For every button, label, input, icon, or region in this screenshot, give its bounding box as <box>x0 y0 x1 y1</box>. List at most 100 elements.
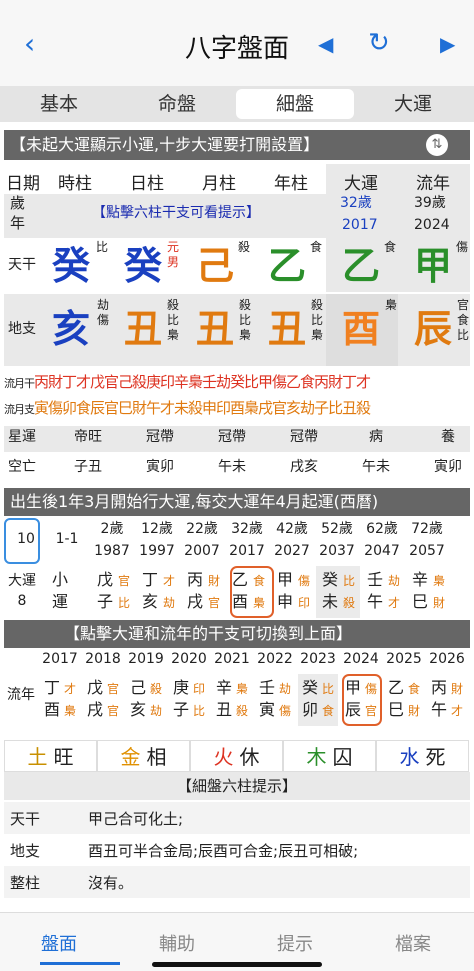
dayun-year: 1987 <box>94 543 130 559</box>
liunian-year[interactable]: 2024 <box>339 652 383 667</box>
dayun-age[interactable]: 12歲 <box>135 522 179 537</box>
dayun-stem[interactable]: 小 <box>49 572 71 588</box>
liunian-stem[interactable]: 乙 <box>386 680 406 696</box>
dayun-branch[interactable]: 未 <box>319 594 341 610</box>
dayun-branch[interactable]: 午 <box>364 594 386 610</box>
element-state: 相 <box>146 745 167 769</box>
dayun-branch[interactable]: 申 <box>274 594 296 610</box>
kongwang-value: 子丑 <box>74 459 102 475</box>
swap-icon[interactable]: ⇅ <box>426 134 448 156</box>
dayun-stem[interactable]: 壬 <box>364 572 386 588</box>
liunian-branch[interactable]: 亥 <box>128 702 148 718</box>
liuyue-gan-row[interactable]: 流月干丙財丁才戊官己殺庚印辛梟壬劫癸比甲傷乙食丙財丁才 <box>4 370 470 396</box>
hour-stem[interactable]: 癸 <box>52 247 90 285</box>
liunian-stem[interactable]: 壬 <box>257 680 277 696</box>
liunian-year[interactable]: 2019 <box>124 652 168 667</box>
tab-mingpan[interactable]: 命盤 <box>118 89 236 119</box>
liunian-branch[interactable]: 辰 <box>414 310 452 348</box>
liunian-year[interactable]: 2026 <box>425 652 469 667</box>
month-stem-tag: 殺 <box>238 240 251 254</box>
dayun-stem[interactable]: 丁 <box>139 572 161 588</box>
liuyue-zhi-row[interactable]: 流月支寅傷卯食辰官巳財午才未殺申印酉梟戌官亥劫子比丑殺 <box>4 396 470 422</box>
liunian-branch[interactable]: 酉 <box>42 702 62 718</box>
dayun-age[interactable]: 1-1 <box>45 532 89 547</box>
liunian-year[interactable]: 2021 <box>210 652 254 667</box>
dayun-stem-tag: 比 <box>342 574 355 588</box>
liunian-stem[interactable]: 庚 <box>171 680 191 696</box>
liunian-stem[interactable]: 己 <box>128 680 148 696</box>
dayun-age[interactable]: 10 <box>4 532 48 547</box>
dayun-branch[interactable]: 戌 <box>184 594 206 610</box>
liunian-branch[interactable]: 戌 <box>85 702 105 718</box>
kongwang-value: 戌亥 <box>290 459 318 475</box>
hour-branch[interactable]: 亥 <box>52 310 90 348</box>
dayun-branch[interactable]: 運 <box>49 594 71 610</box>
dayun-age[interactable]: 42歲 <box>270 522 314 537</box>
liunian-branch[interactable]: 卯 <box>300 702 320 718</box>
liunian-stem[interactable]: 甲 <box>343 680 363 696</box>
tab-xipan[interactable]: 細盤 <box>236 89 354 119</box>
tab-dayun[interactable]: 大運 <box>354 89 472 119</box>
dayun-age[interactable]: 32歲 <box>225 522 269 537</box>
bottom-tab-pan[interactable]: 盤面 <box>0 930 118 956</box>
dayun-stem[interactable]: 甲 <box>274 572 296 588</box>
prev-triangle-icon[interactable]: ◀ <box>318 34 333 54</box>
dayun-stem[interactable]: 乙 <box>229 572 251 588</box>
liunian-branch[interactable]: 子 <box>171 702 191 718</box>
liunian-stem[interactable]: 癸 <box>300 680 320 696</box>
dayun-stem[interactable]: 戊 <box>94 572 116 588</box>
liunian-stem[interactable]: 丁 <box>42 680 62 696</box>
dayun-age[interactable]: 2歲 <box>90 522 134 537</box>
dayun-branch[interactable]: 酉 <box>229 594 251 610</box>
bottom-tab-tips[interactable]: 提示 <box>236 930 354 956</box>
liunian-branch[interactable]: 辰 <box>343 702 363 718</box>
month-branch[interactable]: 丑 <box>196 310 234 348</box>
next-triangle-icon[interactable]: ▶ <box>440 34 455 54</box>
dayun-age[interactable]: 52歲 <box>315 522 359 537</box>
dayun-age[interactable]: 72歲 <box>405 522 449 537</box>
liunian-year[interactable]: 2023 <box>296 652 340 667</box>
liunian-year[interactable]: 2018 <box>81 652 125 667</box>
month-stem[interactable]: 己 <box>196 247 234 285</box>
liunian-branch-tag: 官 <box>106 704 119 718</box>
dayun-branch-tag: 財 <box>432 596 445 610</box>
dayun-age[interactable]: 62歲 <box>360 522 404 537</box>
dayun-branch[interactable]: 巳 <box>409 594 431 610</box>
dayun-stem[interactable]: 癸 <box>319 572 341 588</box>
tip-value: 甲己合可化土; <box>88 810 184 828</box>
col-year: 年柱 <box>274 174 308 194</box>
day-branch[interactable]: 丑 <box>124 310 162 348</box>
year-stem[interactable]: 乙 <box>268 247 306 285</box>
liuyue-gan-values: 丙財丁才戊官己殺庚印辛梟壬劫癸比甲傷乙食丙財丁才 <box>34 373 371 391</box>
liunian-branch[interactable]: 午 <box>429 702 449 718</box>
dayun-branch[interactable]: 亥 <box>139 594 161 610</box>
tab-basic[interactable]: 基本 <box>0 89 118 119</box>
day-stem[interactable]: 癸 <box>124 247 162 285</box>
liunian-branch[interactable]: 丑 <box>214 702 234 718</box>
liunian-stem[interactable]: 辛 <box>214 680 234 696</box>
liunian-branch[interactable]: 巳 <box>386 702 406 718</box>
dayun-stem[interactable]: 辛 <box>409 572 431 588</box>
liunian-stem[interactable]: 戊 <box>85 680 105 696</box>
day-branch-tags: 殺比梟 <box>166 298 179 342</box>
liunian-year[interactable]: 2017 <box>38 652 82 667</box>
dayun-branch[interactable]: 酉 <box>342 310 380 348</box>
dayun-branch-tag: 比 <box>117 596 130 610</box>
dayun-age[interactable]: 22歲 <box>180 522 224 537</box>
liunian-year[interactable]: 2020 <box>167 652 211 667</box>
refresh-icon[interactable]: ↻ <box>368 30 390 56</box>
bottom-tab-aux[interactable]: 輔助 <box>118 930 236 956</box>
liunian-branch[interactable]: 寅 <box>257 702 277 718</box>
liunian-year[interactable]: 2022 <box>253 652 297 667</box>
liunian-bar: 【點擊大運和流年的干支可切換到上面】 <box>4 620 470 648</box>
notice-bar[interactable]: 【未起大運顯示小運,十步大運要打開設置】 ⇅ <box>4 130 470 160</box>
liunian-stem[interactable]: 丙 <box>429 680 449 696</box>
liunian-year[interactable]: 2025 <box>382 652 426 667</box>
dayun-stem[interactable]: 乙 <box>342 247 380 285</box>
liunian-stem[interactable]: 甲 <box>414 247 452 285</box>
dayun-branch[interactable]: 子 <box>94 594 116 610</box>
dayun-year: 2007 <box>184 543 220 559</box>
dayun-stem[interactable]: 丙 <box>184 572 206 588</box>
year-branch[interactable]: 丑 <box>268 310 306 348</box>
bottom-tab-files[interactable]: 檔案 <box>354 930 472 956</box>
